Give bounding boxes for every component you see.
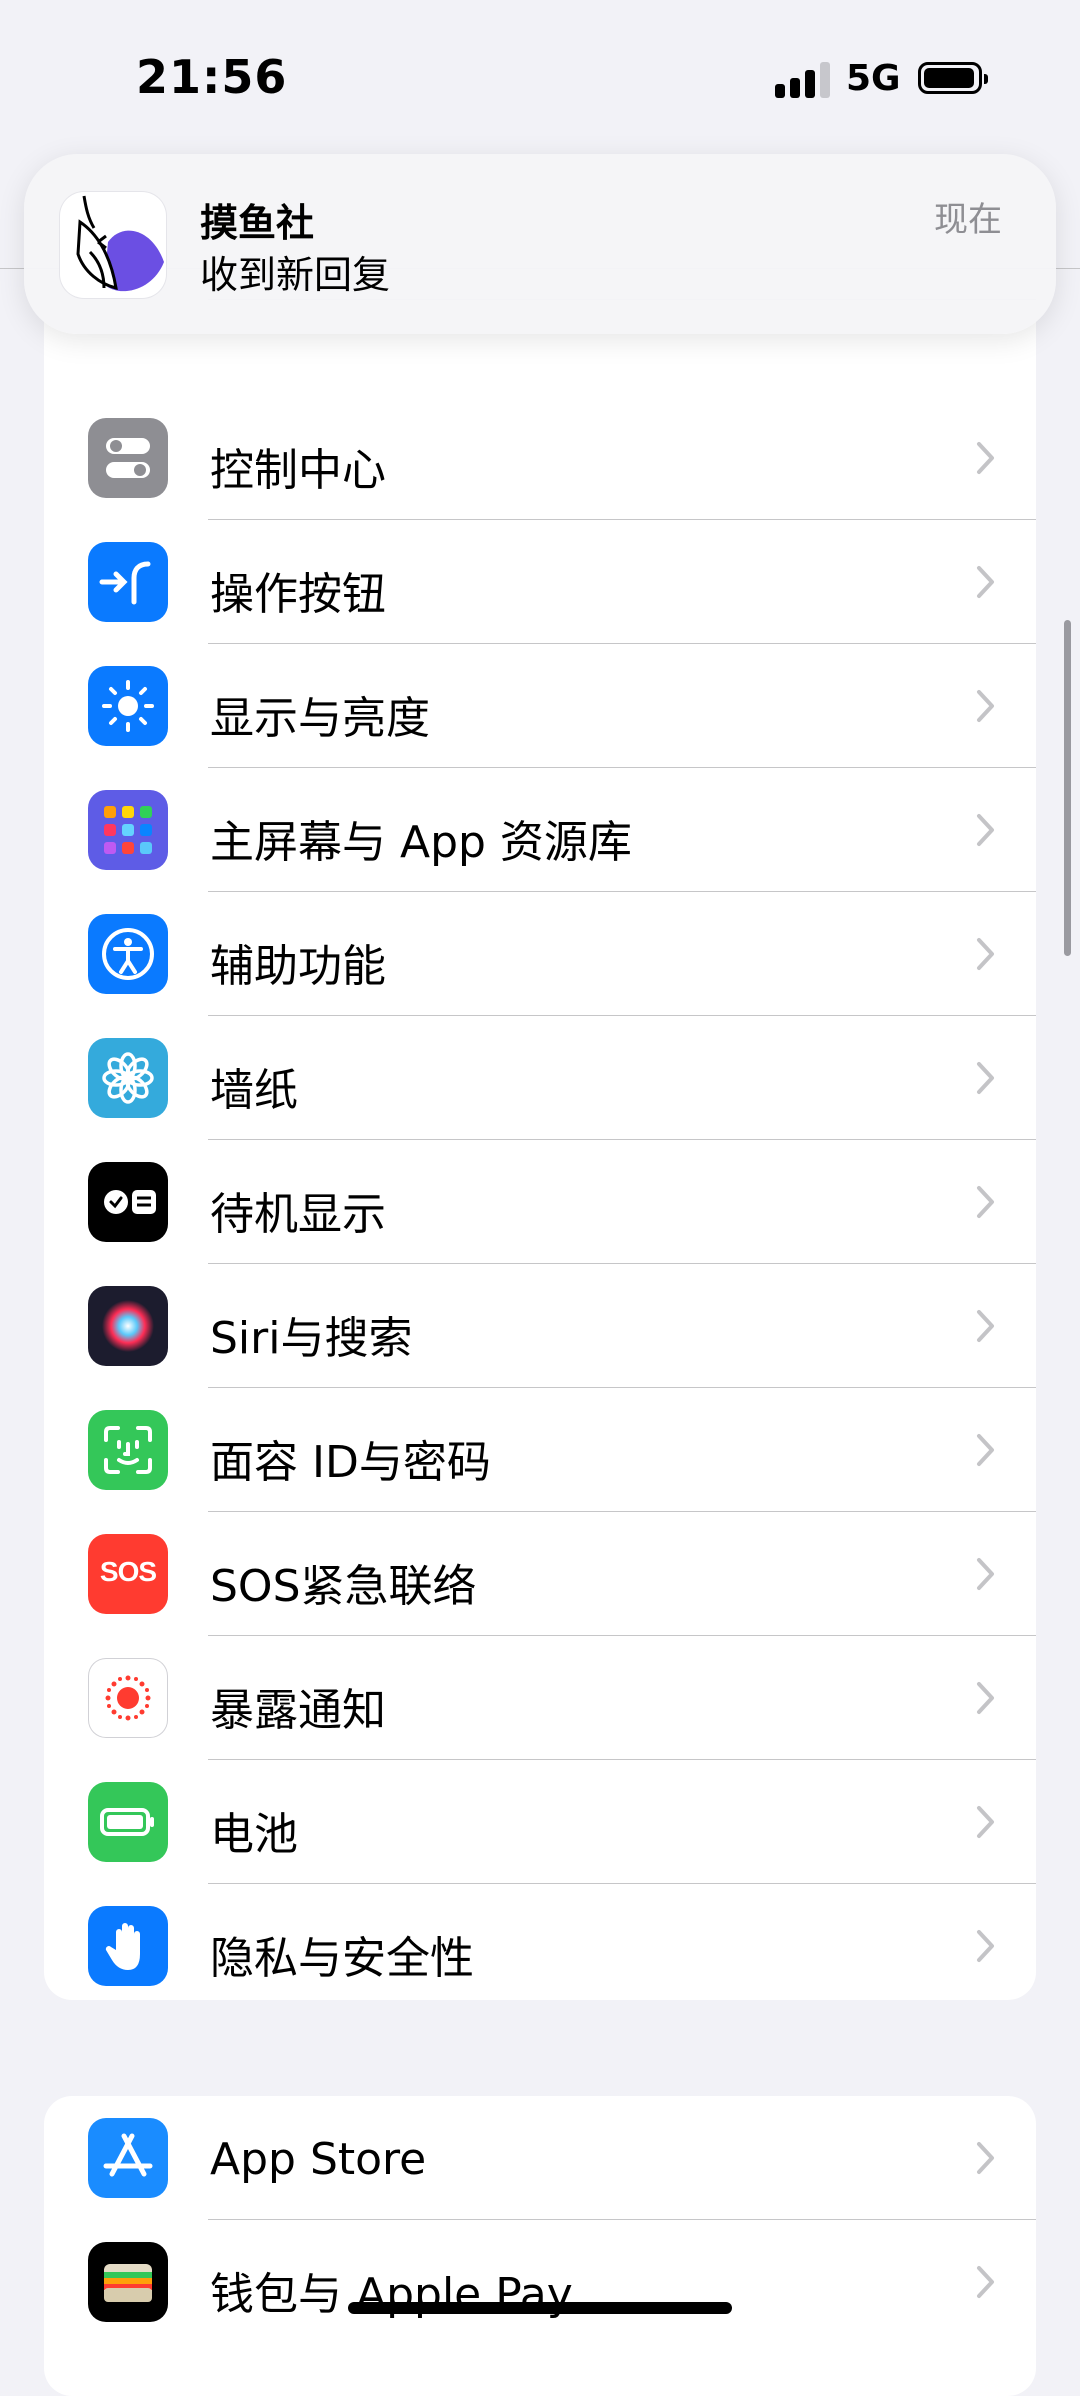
- notification-message: 收到新回复: [200, 253, 391, 297]
- cellular-signal-icon: [775, 62, 831, 98]
- wallet-icon: [88, 2242, 168, 2322]
- chevron-right-icon: [977, 566, 994, 598]
- settings-row-label: 主屏幕与 App 资源库: [210, 817, 632, 868]
- clock: 21:56: [136, 50, 288, 104]
- network-type: 5G: [846, 58, 901, 99]
- hand-icon: [88, 1906, 168, 1986]
- notification-banner[interactable]: 摸鱼社 收到新回复 现在: [24, 154, 1056, 334]
- settings-row-exposure[interactable]: 暴露通知: [44, 1636, 1036, 1760]
- settings-row-action-button[interactable]: 操作按钮: [44, 520, 1036, 644]
- settings-row-wallet[interactable]: 钱包与 Apple Pay: [44, 2220, 1036, 2344]
- chevron-right-icon: [977, 814, 994, 846]
- settings-row-label: 辅助功能: [210, 941, 386, 992]
- settings-row-battery[interactable]: 电池: [44, 1760, 1036, 1884]
- settings-row-label: 电池: [210, 1809, 298, 1860]
- chevron-right-icon: [977, 690, 994, 722]
- chevron-right-icon: [977, 442, 994, 474]
- settings-row-wallpaper[interactable]: 墙纸: [44, 1016, 1036, 1140]
- settings-row-label: SOS紧急联络: [210, 1561, 477, 1612]
- settings-row-label: 墙纸: [210, 1065, 298, 1116]
- settings-row-label: 操作按钮: [210, 569, 386, 620]
- battery-icon: [88, 1782, 168, 1862]
- settings-row-label: Siri与搜索: [210, 1313, 413, 1364]
- chevron-right-icon: [977, 1310, 994, 1342]
- settings-row-privacy[interactable]: 隐私与安全性: [44, 1884, 1036, 2000]
- app-icon: [60, 192, 166, 298]
- settings-row-label: App Store: [210, 2134, 427, 2185]
- settings-row-accessibility[interactable]: 辅助功能: [44, 892, 1036, 1016]
- exposure-icon: [88, 1658, 168, 1738]
- settings-row-label: 显示与亮度: [210, 693, 430, 744]
- settings-row-standby[interactable]: 待机显示: [44, 1140, 1036, 1264]
- chevron-right-icon: [977, 2142, 994, 2174]
- action-button-icon: [88, 542, 168, 622]
- chevron-right-icon: [977, 1806, 994, 1838]
- chevron-right-icon: [977, 1062, 994, 1094]
- settings-row-display-brightness[interactable]: 显示与亮度: [44, 644, 1036, 768]
- settings-group-apps: App Store 钱包与 Apple Pay: [44, 2096, 1036, 2396]
- chevron-right-icon: [977, 938, 994, 970]
- settings-group-system-list: 通用 控制中心 操作按钮 显示与亮度: [44, 272, 1036, 2000]
- settings-row-face-id[interactable]: 面容 ID与密码: [44, 1388, 1036, 1512]
- chevron-right-icon: [977, 2266, 994, 2298]
- settings-row-sos[interactable]: SOS SOS紧急联络: [44, 1512, 1036, 1636]
- sos-icon-text: SOS: [99, 1556, 157, 1587]
- chevron-right-icon: [977, 1434, 994, 1466]
- chevron-right-icon: [977, 1186, 994, 1218]
- notification-time: 现在: [934, 200, 1002, 240]
- settings-row-label: 面容 ID与密码: [210, 1437, 491, 1488]
- app-grid-icon: [88, 790, 168, 870]
- sun-icon: [88, 666, 168, 746]
- settings-row-siri[interactable]: Siri与搜索: [44, 1264, 1036, 1388]
- chevron-right-icon: [977, 1682, 994, 1714]
- settings-row-label: 暴露通知: [210, 1685, 386, 1736]
- flower-icon: [88, 1038, 168, 1118]
- face-id-icon: [88, 1410, 168, 1490]
- standby-icon: [88, 1162, 168, 1242]
- scroll-indicator[interactable]: [1064, 620, 1071, 956]
- settings-row-label: 待机显示: [210, 1189, 386, 1240]
- sos-icon: SOS: [88, 1534, 168, 1614]
- settings-row-label: 控制中心: [210, 445, 386, 496]
- app-store-icon: [88, 2118, 168, 2198]
- chevron-right-icon: [977, 1930, 994, 1962]
- status-bar: 21:56 5G: [0, 0, 1080, 160]
- chevron-right-icon: [977, 1558, 994, 1590]
- settings-row-control-center[interactable]: 控制中心: [44, 396, 1036, 520]
- home-indicator[interactable]: [348, 2302, 732, 2314]
- notification-app-name: 摸鱼社: [200, 201, 315, 245]
- accessibility-icon: [88, 914, 168, 994]
- settings-row-label: 隐私与安全性: [210, 1933, 474, 1984]
- battery-status-icon: [918, 62, 988, 94]
- siri-icon: [88, 1286, 168, 1366]
- settings-row-home-screen[interactable]: 主屏幕与 App 资源库: [44, 768, 1036, 892]
- settings-row-app-store[interactable]: App Store: [44, 2096, 1036, 2220]
- toggles-icon: [88, 418, 168, 498]
